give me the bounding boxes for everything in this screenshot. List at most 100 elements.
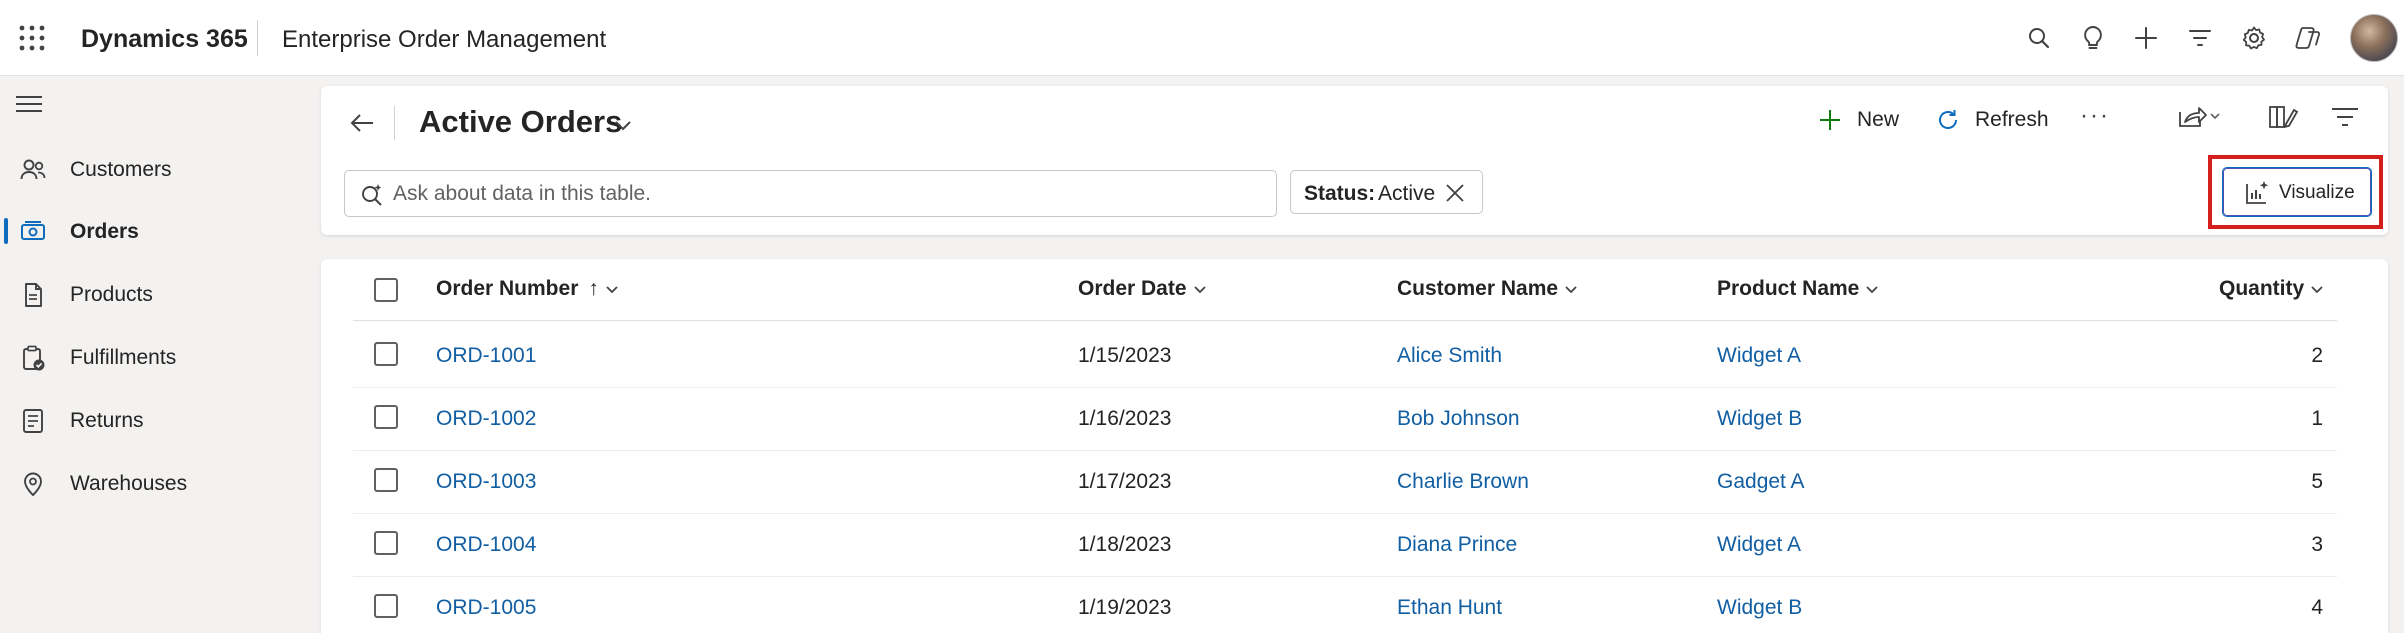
sidebar-item-warehouses[interactable]: Warehouses [0,458,300,508]
filter-icon[interactable] [2182,20,2218,56]
command-divider [394,106,395,140]
orders-icon [21,221,45,240]
order-number-link[interactable]: ORD-1001 [436,344,536,368]
refresh-button[interactable]: Refresh [1935,100,2049,140]
order-date-cell: 1/19/2023 [1078,596,1172,619]
column-header-label: Order Date [1078,277,1187,300]
order-number-link[interactable]: ORD-1002 [436,407,536,431]
app-subtitle[interactable]: Enterprise Order Management [282,26,606,54]
chevron-down-icon [1866,286,1879,294]
header-divider [257,20,258,56]
waffle-icon[interactable] [18,24,46,52]
column-header-label: Quantity [2219,277,2305,300]
header-divider [353,320,2337,321]
close-icon[interactable] [1444,182,1466,204]
order-date-cell: 1/18/2023 [1078,533,1172,556]
sidebar-item-label: Warehouses [70,472,188,495]
new-button[interactable]: New [1817,100,1899,140]
chevron-down-icon [1565,286,1577,294]
column-header-label: Product Name [1717,277,1860,300]
row-divider [353,450,2337,451]
customer-name-link[interactable]: Diana Prince [1397,533,1517,557]
view-title[interactable]: Active Orders [419,104,622,140]
column-header-label: Customer Name [1397,277,1559,300]
sidebar-item-orders[interactable]: Orders [0,206,300,256]
share-icon[interactable] [2176,100,2224,134]
chart-sparkle-icon [2246,181,2269,204]
quantity-cell: 5 [2311,470,2323,493]
order-number-link[interactable]: ORD-1003 [436,470,536,494]
order-date-cell: 1/15/2023 [1078,344,1172,367]
edit-columns-icon[interactable] [2262,100,2310,134]
avatar[interactable] [2350,14,2398,62]
filter-value: Active [1378,182,1436,205]
row-divider [353,387,2337,388]
search-input[interactable] [393,180,1253,208]
customer-name-link[interactable]: Alice Smith [1397,344,1502,368]
filter-icon[interactable] [2322,100,2370,134]
plus-icon[interactable] [2128,20,2164,56]
sort-ascending-icon: ↑ [588,277,599,300]
quantity-cell: 3 [2311,533,2323,556]
sidebar-item-label: Customers [70,158,172,181]
chevron-down-icon [2311,286,2323,294]
document-icon [25,283,42,307]
product-name-link[interactable]: Gadget A [1717,470,1805,494]
quantity-cell: 2 [2311,344,2323,367]
more-commands-button[interactable]: ··· [2080,102,2110,130]
column-header-customer-name[interactable]: Customer Name [1397,277,1578,301]
list-doc-icon [23,409,43,433]
row-checkbox[interactable] [374,342,398,366]
gear-icon[interactable] [2236,20,2272,56]
column-header-label: Order Number [436,277,579,300]
row-checkbox[interactable] [374,468,398,492]
order-date-cell: 1/17/2023 [1078,470,1172,493]
chevron-down-icon [606,286,618,294]
sidebar-item-fulfillments[interactable]: Fulfillments [0,332,300,382]
app-name[interactable]: Dynamics 365 [81,25,248,54]
row-checkbox[interactable] [374,594,398,618]
ask-data-search[interactable] [344,170,1277,217]
sidebar-item-label: Returns [70,409,144,432]
row-checkbox[interactable] [374,405,398,429]
order-number-link[interactable]: ORD-1004 [436,533,536,557]
column-header-order-number[interactable]: Order Number ↑ [436,277,619,301]
order-number-link[interactable]: ORD-1005 [436,596,536,620]
active-indicator [4,218,8,244]
new-button-label: New [1857,108,1900,131]
column-header-order-date[interactable]: Order Date [1078,277,1207,301]
sidebar-item-customers[interactable]: Customers [0,144,300,194]
row-divider [353,513,2337,514]
visualize-button[interactable]: Visualize [2222,167,2372,217]
sidebar-item-label: Products [70,283,153,306]
column-header-product-name[interactable]: Product Name [1717,277,1879,301]
refresh-icon [1939,110,1957,129]
column-header-quantity[interactable]: Quantity [2219,277,2324,301]
product-name-link[interactable]: Widget B [1717,596,1802,620]
customer-name-link[interactable]: Ethan Hunt [1397,596,1502,620]
search-icon[interactable] [2021,20,2057,56]
sidebar-item-products[interactable]: Products [0,269,300,319]
product-name-link[interactable]: Widget A [1717,533,1801,557]
back-arrow-icon[interactable] [345,106,379,140]
chevron-down-icon [1193,286,1206,294]
sidebar-item-label: Orders [70,220,139,243]
product-name-link[interactable]: Widget A [1717,344,1801,368]
sidebar-item-label: Fulfillments [70,346,177,369]
location-icon [24,472,42,497]
copilot-search-icon [362,184,382,206]
customer-name-link[interactable]: Bob Johnson [1397,407,1520,431]
row-checkbox[interactable] [374,531,398,555]
product-name-link[interactable]: Widget B [1717,407,1802,431]
hamburger-menu-icon[interactable] [14,92,44,116]
sidebar-item-returns[interactable]: Returns [0,395,300,445]
chevron-down-icon[interactable] [612,114,634,136]
customer-name-link[interactable]: Charlie Brown [1397,470,1529,494]
visualize-label: Visualize [2279,182,2355,203]
plus-icon [1820,110,1840,130]
lightbulb-icon[interactable] [2075,20,2111,56]
status-filter-pill[interactable]: Status: Active [1290,170,1483,214]
copilot-icon[interactable] [2290,20,2326,56]
select-all-checkbox[interactable] [374,278,398,302]
order-date-cell: 1/16/2023 [1078,407,1172,430]
